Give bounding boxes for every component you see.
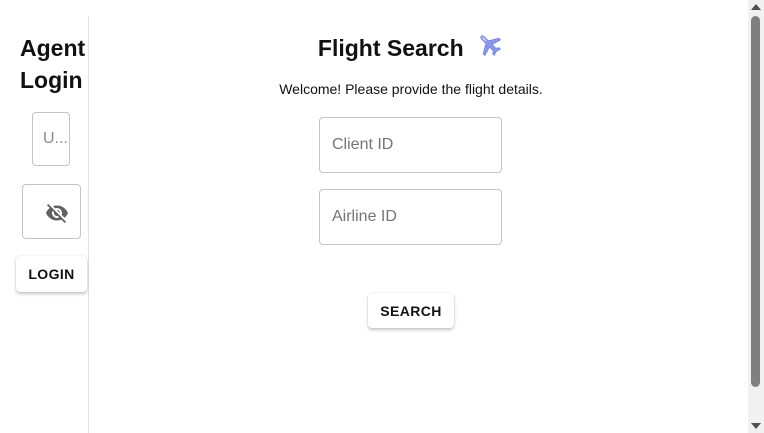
- flight-search-panel: Flight Search Welcome! Please provide th…: [89, 16, 733, 433]
- page-title: Flight Search: [317, 35, 464, 61]
- airplane-icon: [476, 31, 504, 59]
- scroll-up-arrow-icon[interactable]: [751, 4, 761, 10]
- heading-line-2: Login: [20, 67, 83, 93]
- client-id-field: [319, 117, 502, 173]
- welcome-message: Welcome! Please provide the flight detai…: [279, 81, 543, 97]
- vertical-scrollbar[interactable]: [748, 0, 764, 433]
- eye-off-icon[interactable]: [45, 201, 69, 225]
- heading-line-1: Agent: [20, 35, 86, 61]
- search-button[interactable]: SEARCH: [368, 293, 454, 328]
- username-field: [32, 112, 70, 166]
- scroll-down-arrow-icon[interactable]: [751, 423, 761, 429]
- airline-id-input[interactable]: [320, 190, 501, 244]
- agent-login-sidebar: Agent Login LOGIN: [16, 16, 89, 433]
- client-id-input[interactable]: [320, 118, 501, 172]
- login-button[interactable]: LOGIN: [16, 256, 87, 292]
- app-viewport: Agent Login LOGIN Flight Search: [0, 0, 764, 433]
- password-field[interactable]: [22, 184, 81, 239]
- scroll-thumb[interactable]: [751, 16, 760, 387]
- airline-id-field: [319, 189, 502, 245]
- username-input[interactable]: [33, 113, 69, 165]
- agent-login-heading: Agent Login: [20, 32, 85, 96]
- flight-search-header: Flight Search: [89, 30, 733, 66]
